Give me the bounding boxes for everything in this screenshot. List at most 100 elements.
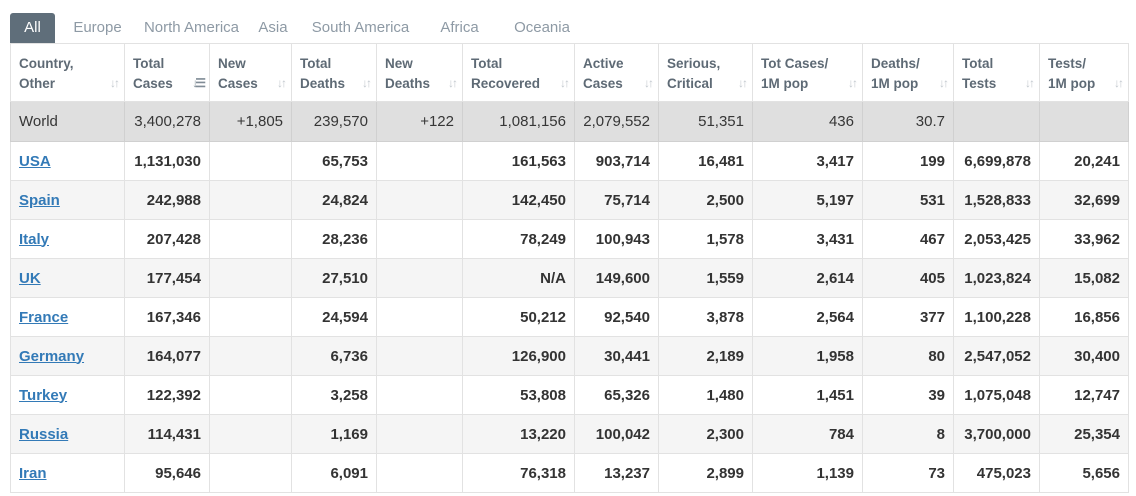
table-cell (209, 180, 292, 220)
table-cell: 92,540 (574, 297, 659, 337)
column-header-new-deaths[interactable]: New Deaths ↓↑ (376, 43, 463, 102)
world-row: World 3,400,278 +1,805 239,570 +122 1,081,156… (10, 101, 1129, 142)
table-cell: N/A (462, 258, 575, 298)
country-link[interactable]: Russia (19, 426, 68, 443)
table-cell: 30.7 (862, 101, 954, 142)
column-header-label-line2: Deaths (300, 76, 346, 91)
table-cell: 2,500 (658, 180, 753, 220)
column-header-serious-critical[interactable]: Serious, Critical ↓↑ (658, 43, 753, 102)
table-cell: 95,646 (124, 453, 210, 493)
table-cell: 2,079,552 (574, 101, 659, 142)
sort-arrows-icon[interactable]: ↓↑ (277, 73, 287, 93)
table-cell: 467 (862, 219, 954, 259)
table-cell: 6,736 (291, 336, 377, 376)
sort-arrows-icon[interactable]: ↓↑ (110, 73, 120, 93)
table-cell: 1,958 (752, 336, 863, 376)
sort-arrows-icon[interactable]: ↓↑ (738, 73, 748, 93)
sort-desc-icon[interactable]: ↓☰ (192, 73, 206, 93)
table-cell (376, 141, 463, 181)
country-link[interactable]: Spain (19, 192, 60, 209)
table-row: Turkey 122,392 3,258 53,808 65,326 1,480 1,451… (10, 375, 1129, 415)
country-name: World (10, 101, 125, 142)
column-header-label-line1: Total (133, 56, 165, 71)
column-header-total-tests[interactable]: Total Tests ↓↑ (953, 43, 1040, 102)
country-link[interactable]: UK (19, 270, 41, 287)
country-cell: Russia (10, 414, 125, 454)
table-cell: 13,220 (462, 414, 575, 454)
country-link[interactable]: USA (19, 153, 51, 170)
table-cell: 2,300 (658, 414, 753, 454)
country-link[interactable]: Iran (19, 465, 47, 482)
table-cell (209, 414, 292, 454)
column-header-label-line1: Serious, (667, 56, 721, 71)
column-header-tests-1m-pop[interactable]: Tests/1M pop ↓↑ (1039, 43, 1129, 102)
column-header-country-other[interactable]: Country, Other ↓↑ (10, 43, 125, 102)
table-cell: 33,962 (1039, 219, 1129, 259)
table-cell: 3,417 (752, 141, 863, 181)
table-cell: 3,878 (658, 297, 753, 337)
table-cell: 5,197 (752, 180, 863, 220)
column-header-new-cases[interactable]: New Cases ↓↑ (209, 43, 292, 102)
sort-arrows-icon[interactable]: ↓↑ (362, 73, 372, 93)
table-cell: 75,714 (574, 180, 659, 220)
tab-all[interactable]: All (10, 13, 55, 43)
tab-north-america[interactable]: North America (140, 13, 243, 43)
tab-asia[interactable]: Asia (243, 13, 303, 43)
table-cell: 2,053,425 (953, 219, 1040, 259)
column-header-label-line2: Cases (583, 76, 623, 91)
table-cell: 73 (862, 453, 954, 493)
country-cell: UK (10, 258, 125, 298)
column-header-active-cases[interactable]: Active Cases ↓↑ (574, 43, 659, 102)
table-row: Russia 114,431 1,169 13,220 100,042 2,300 784 8… (10, 414, 1129, 454)
table-cell: 24,824 (291, 180, 377, 220)
table-cell (209, 375, 292, 415)
country-link[interactable]: France (19, 309, 68, 326)
region-tabs: All Europe North America Asia South America A… (10, 13, 583, 43)
column-header-tot-cases-1m-pop[interactable]: Tot Cases/1M pop ↓↑ (752, 43, 863, 102)
table-cell: 177,454 (124, 258, 210, 298)
table-cell: 1,023,824 (953, 258, 1040, 298)
country-link[interactable]: Italy (19, 231, 49, 248)
table-cell: 242,988 (124, 180, 210, 220)
sort-arrows-icon[interactable]: ↓↑ (560, 73, 570, 93)
table-cell: 122,392 (124, 375, 210, 415)
sort-arrows-icon[interactable]: ↓↑ (1025, 73, 1035, 93)
tab-europe[interactable]: Europe (55, 13, 140, 43)
column-header-label-line2: Tests (962, 76, 997, 91)
table-cell (376, 336, 463, 376)
table-cell: 377 (862, 297, 954, 337)
column-header-total-deaths[interactable]: Total Deaths ↓↑ (291, 43, 377, 102)
sort-arrows-icon[interactable]: ↓↑ (939, 73, 949, 93)
covid-stats-table: Country, Other ↓↑ Total Cases ↓☰ New Cases ↓↑ Tot… (10, 43, 1129, 493)
table-cell: 30,441 (574, 336, 659, 376)
column-header-label-line2: 1M pop (871, 76, 919, 91)
header-row: Country, Other ↓↑ Total Cases ↓☰ New Cases ↓↑ Tot… (10, 43, 1129, 102)
table-cell: 207,428 (124, 219, 210, 259)
table-body: World 3,400,278 +1,805 239,570 +122 1,081,156… (10, 101, 1129, 493)
tab-africa[interactable]: Africa (418, 13, 501, 43)
column-header-total-recovered[interactable]: Total Recovered ↓↑ (462, 43, 575, 102)
column-header-total-cases[interactable]: Total Cases ↓☰ (124, 43, 210, 102)
table-cell: 1,075,048 (953, 375, 1040, 415)
country-link[interactable]: Germany (19, 348, 84, 365)
table-cell (376, 219, 463, 259)
country-link[interactable]: Turkey (19, 387, 67, 404)
table-cell (376, 297, 463, 337)
column-header-deaths-1m-pop[interactable]: Deaths/1M pop ↓↑ (862, 43, 954, 102)
table-cell: 28,236 (291, 219, 377, 259)
table-cell (209, 453, 292, 493)
table-cell: 8 (862, 414, 954, 454)
sort-arrows-icon[interactable]: ↓↑ (1114, 73, 1124, 93)
tab-south-america[interactable]: South America (303, 13, 418, 43)
sort-arrows-icon[interactable]: ↓↑ (644, 73, 654, 93)
table-row: UK 177,454 27,510 N/A 149,600 1,559 2,614 405 1,… (10, 258, 1129, 298)
table-cell (376, 453, 463, 493)
table-cell: 531 (862, 180, 954, 220)
table-cell: 1,139 (752, 453, 863, 493)
tab-oceania[interactable]: Oceania (501, 13, 583, 43)
table-cell: 51,351 (658, 101, 753, 142)
column-header-label-line2: Deaths (385, 76, 431, 91)
country-cell: Turkey (10, 375, 125, 415)
sort-arrows-icon[interactable]: ↓↑ (448, 73, 458, 93)
sort-arrows-icon[interactable]: ↓↑ (848, 73, 858, 93)
